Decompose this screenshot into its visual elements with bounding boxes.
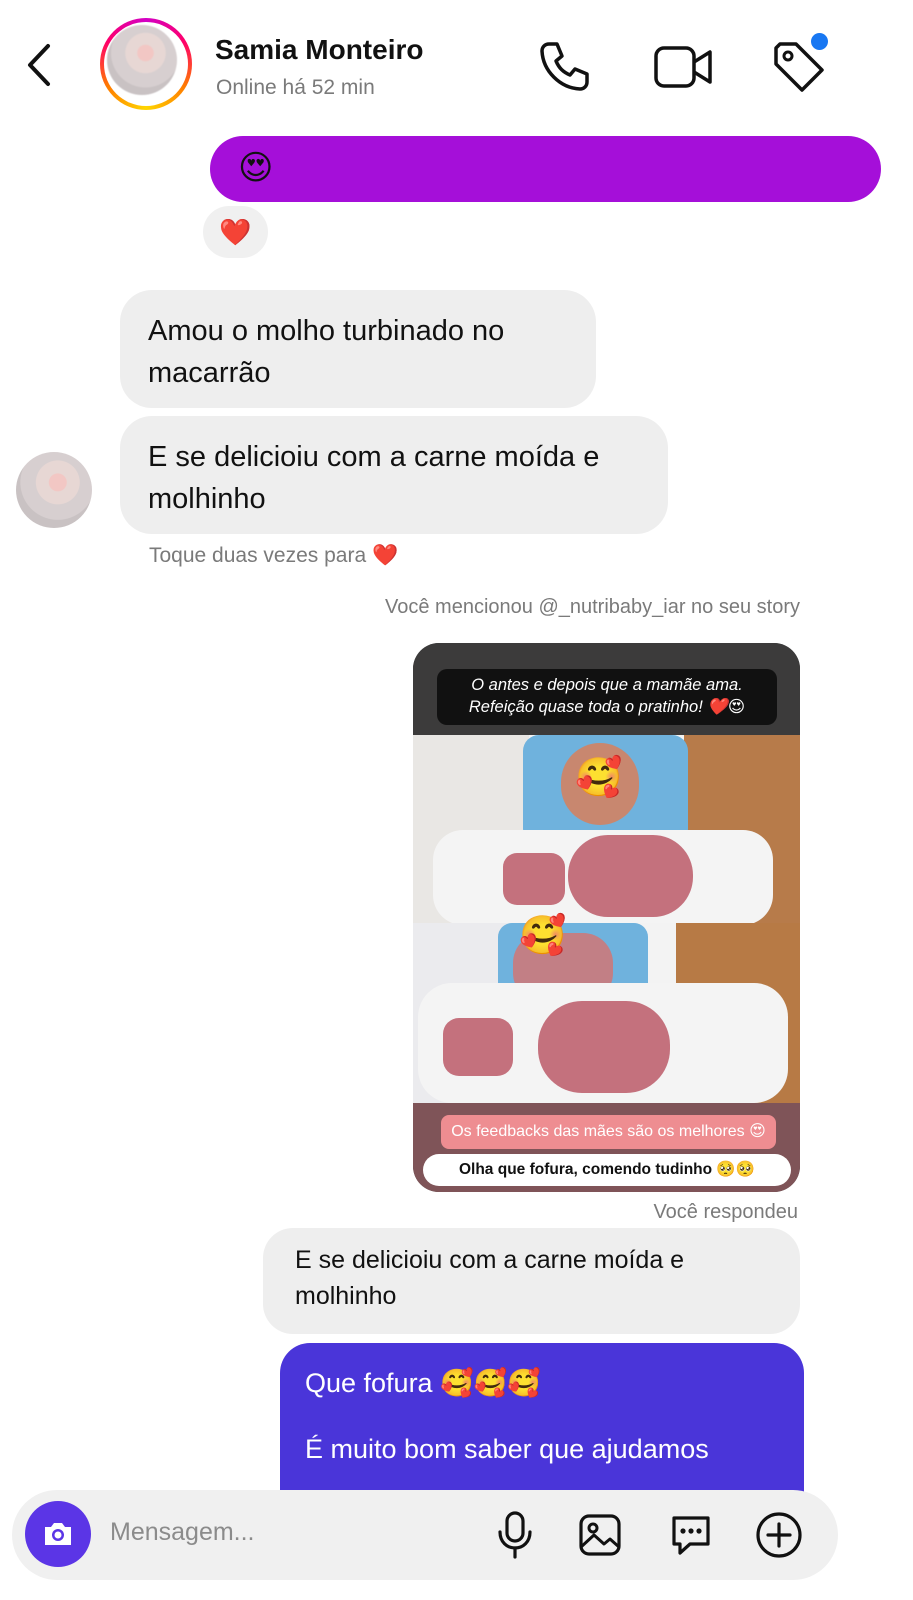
- double-tap-hint: Toque duas vezes para ❤️: [149, 544, 399, 567]
- face-sticker-emoji: 🥰: [575, 757, 623, 799]
- story-text-pill: Os feedbacks das mães são os melhores 😍: [441, 1115, 776, 1149]
- sticker-icon[interactable]: [668, 1512, 714, 1558]
- phone-icon[interactable]: [535, 36, 595, 96]
- camera-icon: [45, 1523, 71, 1545]
- story-text-pill: Olha que fofura, comendo tudinho 🥺🥺: [423, 1154, 791, 1186]
- story-mention-meta: Você mencionou @_nutribaby_iar no seu st…: [385, 596, 800, 618]
- received-message[interactable]: E se delicioiu com a carne moída e molhi…: [120, 416, 668, 534]
- emoji-heart-eyes: 😍: [238, 149, 274, 187]
- story-photo-after: 🥰: [413, 917, 800, 1103]
- story-caption: O antes e depois que a mamãe ama. Refeiç…: [437, 669, 777, 725]
- received-message[interactable]: Amou o molho turbinado no macarrão: [120, 290, 596, 408]
- quoted-message[interactable]: E se delicioiu com a carne moída e molhi…: [263, 1228, 800, 1334]
- face-sticker-emoji: 🥰: [519, 915, 567, 957]
- sent-message-line: Que fofura 🥰🥰🥰: [305, 1368, 541, 1398]
- sender-avatar[interactable]: [16, 452, 92, 528]
- video-camera-icon[interactable]: [652, 40, 714, 94]
- contact-avatar[interactable]: [100, 18, 192, 110]
- sent-message[interactable]: Que fofura 🥰🥰🥰 É muito bom saber que aju…: [280, 1343, 804, 1503]
- message-input[interactable]: Mensagem...: [110, 1518, 255, 1547]
- sent-message-line: É muito bom saber que ajudamos: [305, 1434, 709, 1464]
- contact-name[interactable]: Samia Monteiro: [215, 34, 423, 66]
- notification-dot: [811, 33, 828, 50]
- back-arrow-icon[interactable]: [22, 40, 58, 90]
- plus-icon[interactable]: [755, 1511, 803, 1559]
- microphone-icon[interactable]: [495, 1510, 535, 1560]
- reaction-heart[interactable]: ❤️: [203, 206, 268, 258]
- avatar-image: [107, 25, 177, 95]
- story-reply-card[interactable]: O antes e depois que a mamãe ama. Refeiç…: [413, 643, 800, 1192]
- sent-emoji-bubble[interactable]: 😍: [210, 136, 881, 202]
- camera-button[interactable]: [25, 1501, 91, 1567]
- contact-status: Online há 52 min: [216, 76, 375, 99]
- gallery-icon[interactable]: [578, 1513, 622, 1557]
- replied-meta: Você respondeu: [653, 1201, 798, 1223]
- story-photo-before: 🥰: [413, 735, 800, 925]
